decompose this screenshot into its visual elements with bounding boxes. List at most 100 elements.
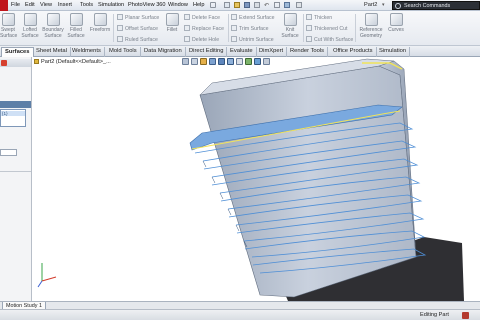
untrim-surface-button[interactable]: Untrim Surface (231, 36, 274, 43)
cut-with-surface-label: Cut With Surface (314, 37, 354, 43)
graphics-viewport[interactable]: Part2 (Default<<Default>_... (32, 57, 480, 301)
swept-surface-icon (1, 13, 15, 26)
title-dropdown-icon[interactable]: ▾ (382, 2, 385, 8)
ruled-surface-icon (117, 36, 123, 42)
replace-face-button[interactable]: Replace Face (184, 25, 224, 32)
tab-render-tools[interactable]: Render Tools (287, 47, 329, 57)
filled-surface-button[interactable]: Filled Surface (66, 13, 86, 39)
thicken-label: Thicken (314, 15, 333, 21)
knit-surface-button[interactable]: Knit Surface (279, 13, 301, 39)
app-logo-icon[interactable] (0, 0, 8, 11)
menu-simulation[interactable]: Simulation (98, 2, 124, 8)
cut-with-surface-button[interactable]: Cut With Surface (306, 36, 353, 43)
ribbon-separator (228, 14, 229, 42)
rebuild-icon[interactable] (284, 2, 290, 8)
cut-with-surface-icon (306, 36, 312, 42)
tab-mold-tools[interactable]: Mold Tools (106, 47, 141, 57)
menu-insert[interactable]: Insert (58, 2, 72, 8)
fillet-button[interactable]: Fillet (164, 13, 180, 33)
command-manager-ribbon: Swept Surface Lofted Surface Boundary Su… (0, 11, 480, 46)
planar-surface-button[interactable]: Planar Surface (117, 14, 159, 21)
tab-weldments[interactable]: Weldments (69, 47, 105, 57)
new-document-icon[interactable] (224, 2, 230, 8)
ruled-surface-button[interactable]: Ruled Surface (117, 36, 158, 43)
search-placeholder: Search Commands (404, 3, 451, 9)
replace-face-icon (184, 25, 190, 31)
pin-icon[interactable] (210, 2, 216, 8)
tab-office-products[interactable]: Office Products (330, 47, 377, 57)
tab-direct-editing[interactable]: Direct Editing (186, 47, 228, 57)
tab-dimxpert[interactable]: DimXpert (256, 47, 288, 57)
print-icon[interactable] (254, 2, 260, 8)
thickened-cut-label: Thickened Cut (314, 26, 348, 32)
search-input[interactable]: Search Commands (392, 1, 480, 10)
boundary-surface-button[interactable]: Boundary Surface (41, 13, 65, 39)
swept-surface-label: Swept Surface (0, 27, 18, 39)
filled-surface-label: Filled Surface (67, 27, 85, 39)
undo-icon[interactable]: ↶ (264, 2, 269, 9)
status-text: Editing Part (420, 312, 449, 318)
delete-face-button[interactable]: Delete Face (184, 14, 220, 21)
knit-surface-label: Knit Surface (281, 27, 299, 39)
lofted-surface-icon (23, 13, 37, 26)
trim-surface-label: Trim Surface (239, 26, 269, 32)
options-icon[interactable] (296, 2, 302, 8)
panel-divider (0, 171, 31, 172)
filled-surface-icon (69, 13, 83, 26)
axis-triad (37, 263, 57, 288)
menu-view[interactable]: View (40, 2, 52, 8)
knit-surface-icon (283, 13, 297, 26)
menu-file[interactable]: File (11, 2, 20, 8)
untrim-surface-label: Untrim Surface (239, 37, 274, 43)
menu-photoview[interactable]: PhotoView 360 (128, 2, 166, 8)
thickened-cut-button[interactable]: Thickened Cut (306, 25, 347, 32)
selection-item[interactable]: {1} (1, 111, 25, 116)
panel-section-header[interactable] (0, 101, 31, 108)
trim-surface-button[interactable]: Trim Surface (231, 25, 269, 32)
delete-hole-button[interactable]: Delete Hole (184, 36, 219, 43)
boundary-surface-label: Boundary Surface (42, 27, 64, 39)
offset-surface-button[interactable]: Offset Surface (117, 25, 158, 32)
tab-surfaces[interactable]: Surfaces (1, 47, 34, 57)
delete-hole-icon (184, 36, 190, 42)
thicken-button[interactable]: Thicken (306, 14, 332, 21)
3d-model-view[interactable] (32, 57, 480, 301)
save-icon[interactable] (244, 2, 250, 8)
delete-face-label: Delete Face (192, 15, 220, 21)
open-folder-icon[interactable] (234, 2, 240, 8)
freeform-button[interactable]: Freeform (88, 13, 112, 33)
swept-surface-button[interactable]: Swept Surface (0, 13, 18, 39)
menu-tools[interactable]: Tools (80, 2, 93, 8)
selection-box[interactable]: {1} (0, 109, 26, 127)
rebuild-status-icon[interactable] (462, 312, 469, 319)
tab-evaluate[interactable]: Evaluate (227, 47, 257, 57)
freeform-label: Freeform (89, 27, 111, 33)
extend-surface-button[interactable]: Extend Surface (231, 14, 274, 21)
reference-geometry-button[interactable]: Reference Geometry (357, 13, 385, 39)
ribbon-separator (355, 14, 356, 42)
reference-geometry-label: Reference Geometry (359, 27, 383, 39)
planar-surface-icon (117, 14, 123, 20)
tab-simulation[interactable]: Simulation (376, 47, 411, 57)
thicken-icon (306, 14, 312, 20)
select-icon[interactable] (274, 2, 280, 8)
fillet-icon (165, 13, 179, 26)
reference-geometry-icon (364, 13, 378, 26)
status-bar: Editing Part (0, 309, 480, 320)
delete-face-icon (184, 14, 190, 20)
delete-hole-label: Delete Hole (192, 37, 220, 43)
menu-window[interactable]: Window (168, 2, 188, 8)
value-input[interactable] (0, 149, 17, 156)
trim-surface-icon (231, 25, 237, 31)
lofted-surface-label: Lofted Surface (21, 27, 39, 39)
menu-edit[interactable]: Edit (25, 2, 35, 8)
freeform-icon (93, 13, 107, 26)
tab-data-migration[interactable]: Data Migration (141, 47, 186, 57)
extend-surface-label: Extend Surface (239, 15, 275, 21)
tab-sheet-metal[interactable]: Sheet Metal (33, 47, 71, 57)
panel-tab-icon[interactable] (1, 60, 7, 66)
lofted-surface-button[interactable]: Lofted Surface (19, 13, 41, 39)
curves-button[interactable]: Curves (386, 13, 406, 33)
document-title: Part2 (364, 2, 378, 8)
menu-help[interactable]: Help (193, 2, 205, 8)
